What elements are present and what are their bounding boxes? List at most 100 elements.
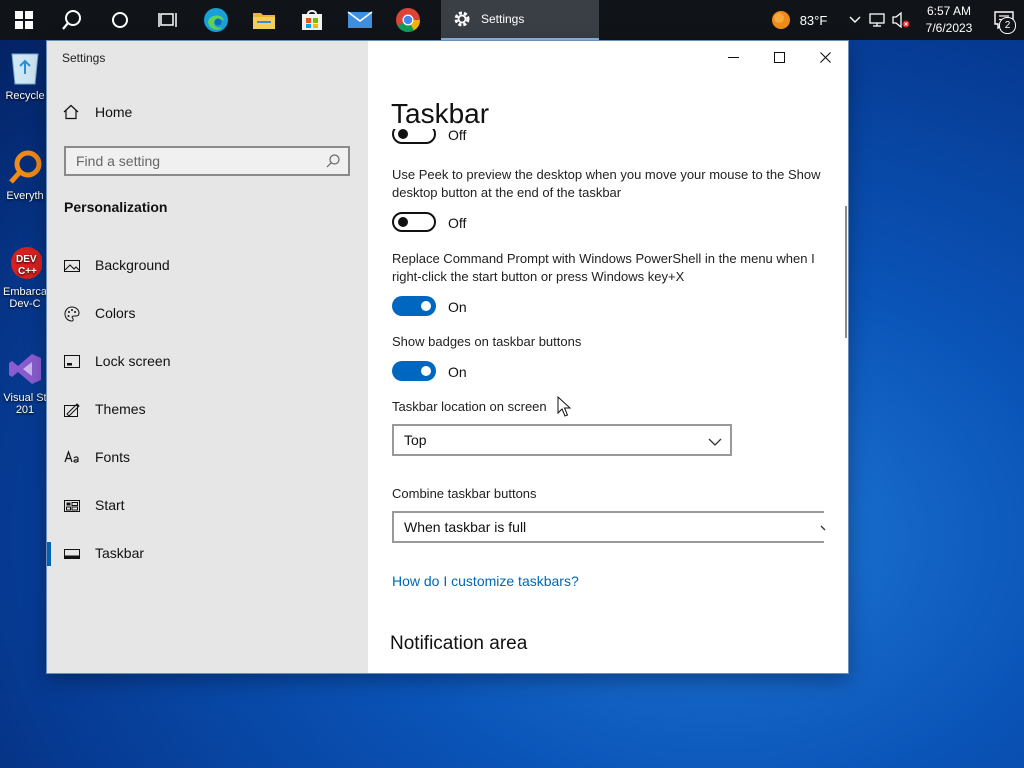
customize-taskbars-link[interactable]: How do I customize taskbars? [392, 573, 579, 589]
task-view-button[interactable] [144, 0, 192, 40]
file-explorer-button[interactable] [240, 0, 288, 40]
notification-count-badge: 2 [999, 17, 1016, 34]
taskbar-location-label: Taskbar location on screen [392, 399, 547, 414]
show-hidden-icons-button[interactable] [844, 0, 866, 40]
badges-toggle[interactable] [392, 361, 436, 381]
gear-icon [454, 11, 470, 27]
chevron-down-icon [820, 521, 828, 539]
sidebar-item-taskbar[interactable]: Taskbar [47, 530, 368, 578]
folder-icon [253, 13, 275, 29]
window-title: Settings [62, 51, 106, 65]
minimize-icon [727, 56, 739, 58]
page-title: Taskbar [391, 98, 490, 129]
taskbar-location-dropdown[interactable]: Top [392, 424, 732, 456]
sidebar-item-label: Background [95, 257, 170, 273]
home-icon [63, 104, 79, 120]
desktop-icon-embarcadero[interactable]: DEV C++ Embarca Dev-C [2, 244, 48, 310]
desktop-icon-recycle-bin[interactable]: Recycle [2, 48, 48, 102]
sidebar-item-themes[interactable]: Themes [47, 386, 368, 434]
combine-buttons-value: When taskbar is full [404, 519, 527, 535]
start-button[interactable] [0, 0, 48, 40]
notification-area-heading: Notification area [390, 633, 528, 654]
desktop-icon-label: Visual St 201 [3, 392, 47, 416]
hidden-setting-toggle[interactable] [392, 129, 436, 144]
chrome-button[interactable] [384, 0, 432, 40]
nav-home[interactable]: Home [63, 104, 132, 120]
taskbar: Settings 83°F 6:57 AM 7/6/2023 2 [0, 0, 1024, 40]
svg-text:DEV: DEV [16, 254, 37, 265]
peek-toggle[interactable] [392, 212, 436, 232]
devcpp-icon: DEV C++ [8, 244, 43, 282]
chevron-down-icon [708, 434, 722, 452]
search-icon [62, 10, 81, 30]
desktop-icon-visual-studio[interactable]: Visual St 201 [2, 350, 48, 416]
system-tray: 83°F 6:57 AM 7/6/2023 2 [766, 0, 1024, 40]
mail-button[interactable] [336, 0, 384, 40]
taskbar-icon [64, 546, 80, 562]
find-setting-search[interactable] [64, 146, 350, 176]
maximize-icon [773, 51, 785, 63]
sidebar-item-label: Themes [95, 401, 146, 417]
chevron-up-icon [849, 16, 861, 23]
caption-buttons [710, 41, 848, 73]
hidden-setting-state: Off [448, 129, 467, 143]
badges-setting-label: Show badges on taskbar buttons [392, 334, 582, 349]
scroll-clip: Off [368, 129, 848, 146]
sidebar-item-colors[interactable]: Colors [47, 290, 368, 338]
sidebar-item-label: Fonts [95, 449, 131, 465]
edge-button[interactable] [192, 0, 240, 40]
badges-toggle-state: On [448, 364, 467, 380]
action-center-button[interactable]: 2 [984, 0, 1024, 40]
image-icon [64, 258, 80, 274]
desktop-icon-everything[interactable]: Everyth [2, 148, 48, 202]
combine-buttons-dropdown[interactable]: When taskbar is full [392, 511, 826, 543]
sidebar-item-label: Lock screen [95, 353, 171, 369]
desktop-icon-label: Embarca Dev-C [2, 286, 48, 310]
maximize-button[interactable] [756, 41, 802, 73]
cortana-icon [112, 12, 128, 28]
taskbar-settings-label: Settings [481, 12, 525, 26]
desktop-icon-label: Everyth [6, 190, 44, 202]
peek-toggle-state: Off [448, 215, 467, 231]
store-button[interactable] [288, 0, 336, 40]
settings-content: Taskbar Off Use Peek to preview the desk… [368, 41, 848, 673]
edge-icon [204, 8, 228, 32]
desktop-icon-label: Recycle [5, 90, 45, 102]
everything-search-icon [8, 148, 42, 186]
recycle-bin-icon [8, 48, 42, 86]
settings-sidebar: Settings Home Personalization Background [47, 41, 368, 673]
themes-icon [64, 402, 80, 418]
clock-time: 6:57 AM [926, 4, 972, 18]
network-button[interactable] [866, 0, 888, 40]
search-input[interactable] [66, 148, 326, 174]
combine-buttons-label: Combine taskbar buttons [392, 486, 537, 501]
close-icon [819, 51, 831, 63]
volume-button[interactable] [888, 0, 914, 40]
close-button[interactable] [802, 41, 848, 73]
content-scrollbar[interactable] [845, 206, 847, 338]
sidebar-item-background[interactable]: Background [47, 242, 368, 290]
chrome-icon [396, 8, 420, 33]
lock-screen-icon [64, 354, 80, 370]
peek-setting-label: Use Peek to preview the desktop when you… [392, 167, 821, 200]
section-title: Personalization [64, 199, 168, 215]
search-icon [326, 154, 340, 173]
mouse-cursor-icon [557, 396, 571, 417]
taskbar-location-value: Top [404, 432, 427, 448]
svg-text:C++: C++ [18, 266, 37, 277]
clock[interactable]: 6:57 AM 7/6/2023 [914, 0, 984, 40]
sun-icon [771, 11, 790, 29]
taskbar-settings-app[interactable]: Settings [441, 0, 599, 40]
sidebar-item-fonts[interactable]: Fonts [47, 434, 368, 482]
sidebar-item-lock-screen[interactable]: Lock screen [47, 338, 368, 386]
weather-widget[interactable]: 83°F [766, 0, 832, 40]
sidebar-item-start[interactable]: Start [47, 482, 368, 530]
network-icon [869, 13, 885, 27]
fonts-icon [64, 450, 80, 466]
minimize-button[interactable] [710, 41, 756, 73]
powershell-setting-label: Replace Command Prompt with Windows Powe… [392, 251, 815, 284]
search-button[interactable] [48, 0, 96, 40]
volume-muted-icon [892, 12, 910, 28]
powershell-toggle[interactable] [392, 296, 436, 316]
cortana-button[interactable] [96, 0, 144, 40]
